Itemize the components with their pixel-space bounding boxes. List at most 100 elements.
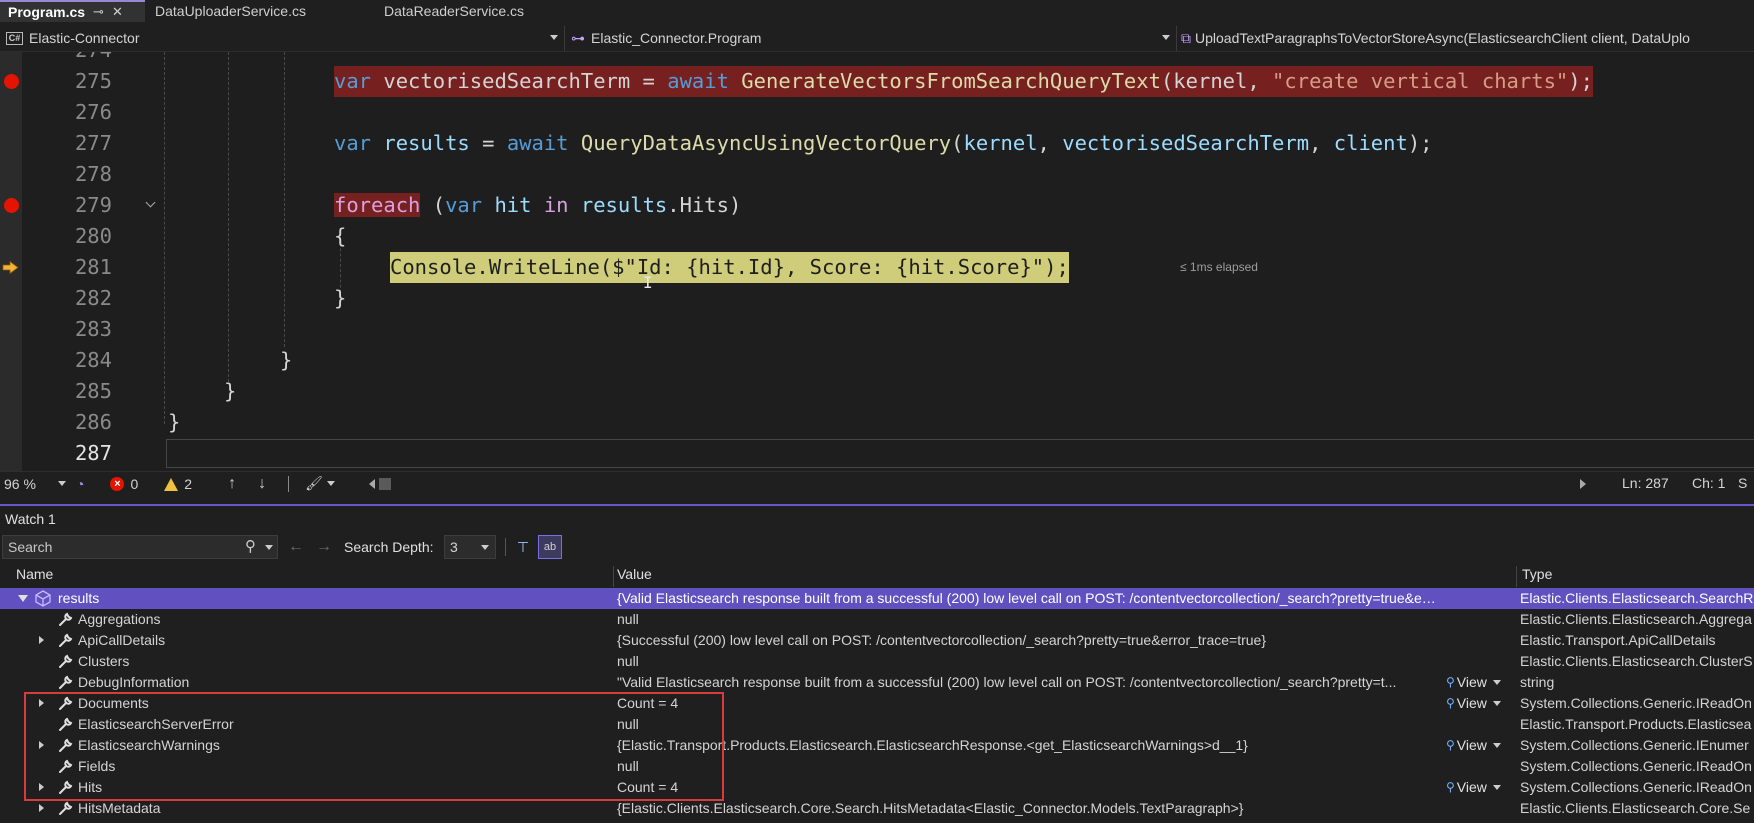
column-divider[interactable] (1516, 566, 1517, 587)
value-column-header[interactable]: Value (617, 566, 652, 582)
next-issue-arrow-icon[interactable]: ↓ (258, 475, 266, 493)
code-line-282: 282 } (0, 283, 1754, 314)
scroll-right-icon[interactable] (1580, 479, 1586, 489)
code-line-285: 285 } (0, 376, 1754, 407)
code-line-278: 278 (0, 159, 1754, 190)
errors-indicator[interactable]: × 0 (110, 476, 138, 492)
watch-search-box[interactable]: ⚲ (2, 535, 278, 559)
breakpoint-icon[interactable] (4, 74, 19, 89)
watch-value[interactable]: null (617, 609, 1457, 630)
property-wrench-icon (59, 633, 73, 647)
collapse-chevron-icon[interactable] (145, 197, 156, 208)
scroll-left-icon[interactable] (368, 478, 375, 489)
member-dropdown[interactable]: ⧉ UploadTextParagraphsToVectorStoreAsync… (1177, 26, 1754, 51)
tab-datareaderservice-cs[interactable]: DataReaderService.cs (362, 0, 560, 22)
watch-value[interactable]: null (617, 714, 1457, 735)
watch-row-results[interactable]: results {Valid Elasticsearch response bu… (0, 588, 1754, 609)
close-icon[interactable]: ✕ (112, 4, 123, 20)
breakpoint-icon[interactable] (4, 198, 19, 213)
project-dropdown[interactable]: C# Elastic-Connector (0, 25, 565, 51)
zoom-dropdown[interactable]: 96 % (0, 473, 72, 495)
string-literal: "create vertical charts" (1272, 69, 1569, 93)
line-number: 286 (74, 410, 112, 434)
variable: results (580, 193, 668, 217)
search-icon[interactable]: ⚲ (245, 537, 256, 555)
code-cleanup-icon[interactable]: 🖌 (305, 475, 323, 492)
visualizer-icon: ⚲ (1446, 780, 1455, 794)
pin-source-icon[interactable]: ⊤ (512, 535, 534, 559)
hex-display-toggle-icon[interactable]: ab (538, 535, 562, 559)
watch-row-debuginformation[interactable]: DebugInformation "Valid Elasticsearch re… (0, 672, 1754, 693)
chevron-down-icon (1162, 34, 1170, 40)
pin-icon[interactable]: ⊸ (93, 4, 104, 20)
view-button[interactable]: ⚲ View (1446, 735, 1514, 756)
perf-tip[interactable]: ≤ 1ms elapsed (1180, 252, 1258, 283)
tab-datauploaderservice-cs[interactable]: DataUploaderService.cs (145, 0, 362, 22)
object-icon (35, 590, 51, 607)
watch-name: results (58, 590, 100, 606)
punctuation: ( (420, 193, 446, 217)
expand-arrow-icon[interactable] (39, 804, 44, 812)
variable: vectorisedSearchTerm (1062, 131, 1310, 155)
collapse-arrow-icon[interactable] (18, 595, 28, 602)
view-button[interactable]: ⚲ View (1446, 672, 1514, 693)
line-number: 285 (74, 379, 112, 403)
search-depth-dropdown[interactable]: 3 (444, 535, 496, 559)
chevron-down-icon (1492, 743, 1501, 748)
watch-search-input[interactable] (3, 536, 233, 558)
watch-row-apicalldetails[interactable]: ApiCallDetails {Successful (200) low lev… (0, 630, 1754, 651)
warning-icon (164, 478, 179, 491)
watch-grid-header: Name Value Type (0, 564, 1754, 587)
code-line-287: 287 (0, 438, 1754, 469)
column-divider[interactable] (613, 566, 614, 587)
expand-arrow-icon[interactable] (39, 636, 44, 644)
watch-type: Elastic.Clients.Elasticsearch.Core.Se (1520, 800, 1751, 816)
watch-value[interactable]: Count = 4 (617, 693, 1439, 714)
watch-window-title[interactable]: Watch 1 (0, 504, 1754, 532)
chevron-down-icon[interactable] (326, 481, 335, 486)
watch-value[interactable]: {Successful (200) low level call on POST… (617, 630, 1457, 651)
watch-value[interactable]: {Valid Elasticsearch response built from… (617, 588, 1439, 609)
tab-program-cs[interactable]: Program.cs ⊸ ✕ (0, 0, 145, 22)
watch-value[interactable]: null (617, 651, 1457, 672)
class-dropdown[interactable]: ⊶ Elastic_Connector.Program (565, 25, 1177, 51)
watch-value[interactable]: Count = 4 (617, 777, 1439, 798)
spacing-indicator[interactable]: S (1738, 475, 1747, 491)
watch-type: string (1520, 674, 1555, 690)
brace: } (224, 379, 237, 403)
watch-name: HitsMetadata (78, 800, 161, 816)
editor-status-strip: 96 % ◔ × 0 2 ↑ ↓ 🖌 Ln: 287 Ch: 1 S (0, 471, 1754, 495)
code-line-280: 280 { (0, 221, 1754, 252)
horizontal-scrollbar-thumb[interactable] (378, 477, 391, 490)
type-column-header[interactable]: Type (1522, 566, 1552, 582)
watch-value[interactable]: null (617, 756, 1457, 777)
view-button[interactable]: ⚲ View (1446, 693, 1514, 714)
column-indicator[interactable]: Ch: 1 (1692, 475, 1725, 491)
watch-type: System.Collections.Generic.IEnumer (1520, 737, 1749, 753)
warnings-indicator[interactable]: 2 (164, 476, 192, 492)
brace: } (334, 286, 347, 310)
line-indicator[interactable]: Ln: 287 (1622, 475, 1669, 491)
search-forward-arrow-icon[interactable]: → (316, 535, 332, 559)
watch-row-aggregations[interactable]: Aggregations null Elastic.Clients.Elasti… (0, 609, 1754, 630)
name-column-header[interactable]: Name (16, 566, 53, 582)
view-label: View (1456, 737, 1487, 753)
member-access: .Hits) (667, 193, 742, 217)
search-back-arrow-icon[interactable]: ← (288, 535, 304, 559)
chevron-down-icon[interactable] (265, 545, 273, 550)
error-icon: × (110, 476, 125, 491)
divider (288, 475, 290, 492)
code-editor[interactable]: 274 275 var vectorisedSearchTerm = await… (0, 52, 1754, 471)
code-line-275: 275 var vectorisedSearchTerm = await Gen… (0, 66, 1754, 97)
watch-row-hitsmetadata[interactable]: HitsMetadata {Elastic.Clients.Elasticsea… (0, 798, 1754, 819)
previous-issue-arrow-icon[interactable]: ↑ (228, 475, 236, 493)
instruction-pointer-icon[interactable] (2, 261, 19, 274)
watch-value[interactable]: {Elastic.Clients.Elasticsearch.Core.Sear… (617, 798, 1457, 819)
view-button[interactable]: ⚲ View (1446, 777, 1514, 798)
watch-value[interactable]: "Valid Elasticsearch response built from… (617, 672, 1439, 693)
watch-row-clusters[interactable]: Clusters null Elastic.Clients.Elasticsea… (0, 651, 1754, 672)
copilot-icon[interactable]: ◔ (76, 476, 84, 492)
watch-value[interactable]: {Elastic.Transport.Products.Elasticsearc… (617, 735, 1439, 756)
search-depth-value: 3 (450, 539, 458, 555)
variable: client (1333, 131, 1408, 155)
